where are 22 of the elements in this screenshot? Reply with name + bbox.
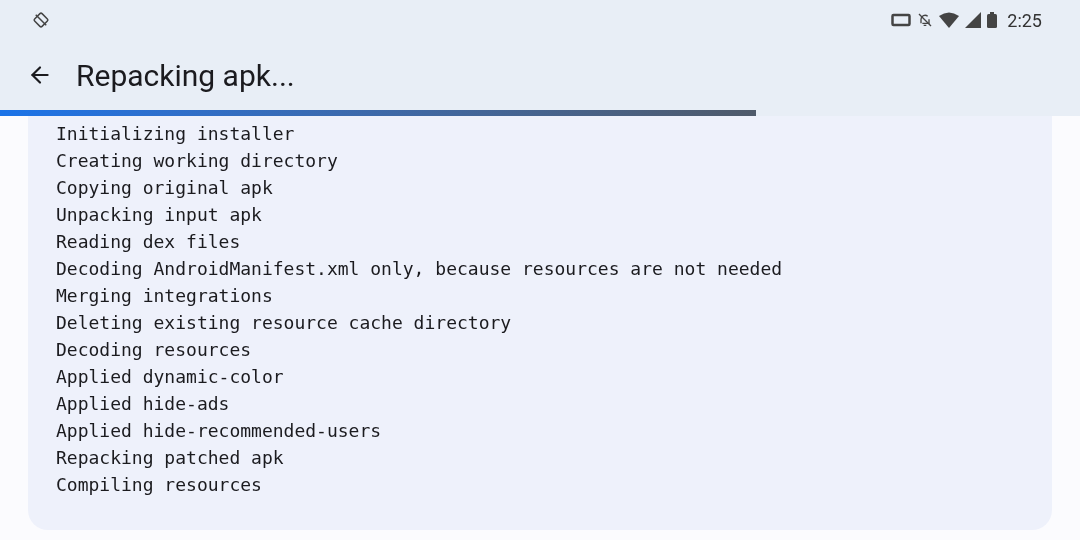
log-line: Applied dynamic-color bbox=[56, 365, 285, 389]
log-line: Repacking patched apk bbox=[56, 446, 285, 470]
signal-icon bbox=[965, 12, 982, 28]
log-line: Merging integrations bbox=[56, 284, 274, 308]
log-line: Decoding resources bbox=[56, 338, 253, 362]
bell-off-icon bbox=[917, 12, 934, 28]
battery-icon bbox=[987, 12, 998, 28]
log-line: Applied hide-ads bbox=[56, 392, 231, 416]
log-line: Unpacking input apk bbox=[56, 203, 263, 227]
log-line: Applied hide-recommended-users bbox=[56, 419, 383, 443]
cast-icon bbox=[891, 13, 912, 27]
log-line: Decoding AndroidManifest.xml only, because resources are not needed bbox=[56, 257, 784, 281]
log-line: Compiling resources bbox=[56, 473, 263, 497]
log-line: Creating working directory bbox=[56, 149, 339, 173]
wifi-icon bbox=[939, 12, 960, 28]
log-line: Initializing installer bbox=[56, 122, 296, 146]
auto-rotate-icon bbox=[32, 11, 50, 29]
log-line: Reading dex files bbox=[56, 230, 242, 254]
log-line: Copying original apk bbox=[56, 176, 274, 200]
status-time: 2:25 bbox=[1007, 8, 1042, 33]
log-line: Deleting existing resource cache directory bbox=[56, 311, 513, 335]
screen-title: Repacking apk... bbox=[76, 56, 295, 95]
